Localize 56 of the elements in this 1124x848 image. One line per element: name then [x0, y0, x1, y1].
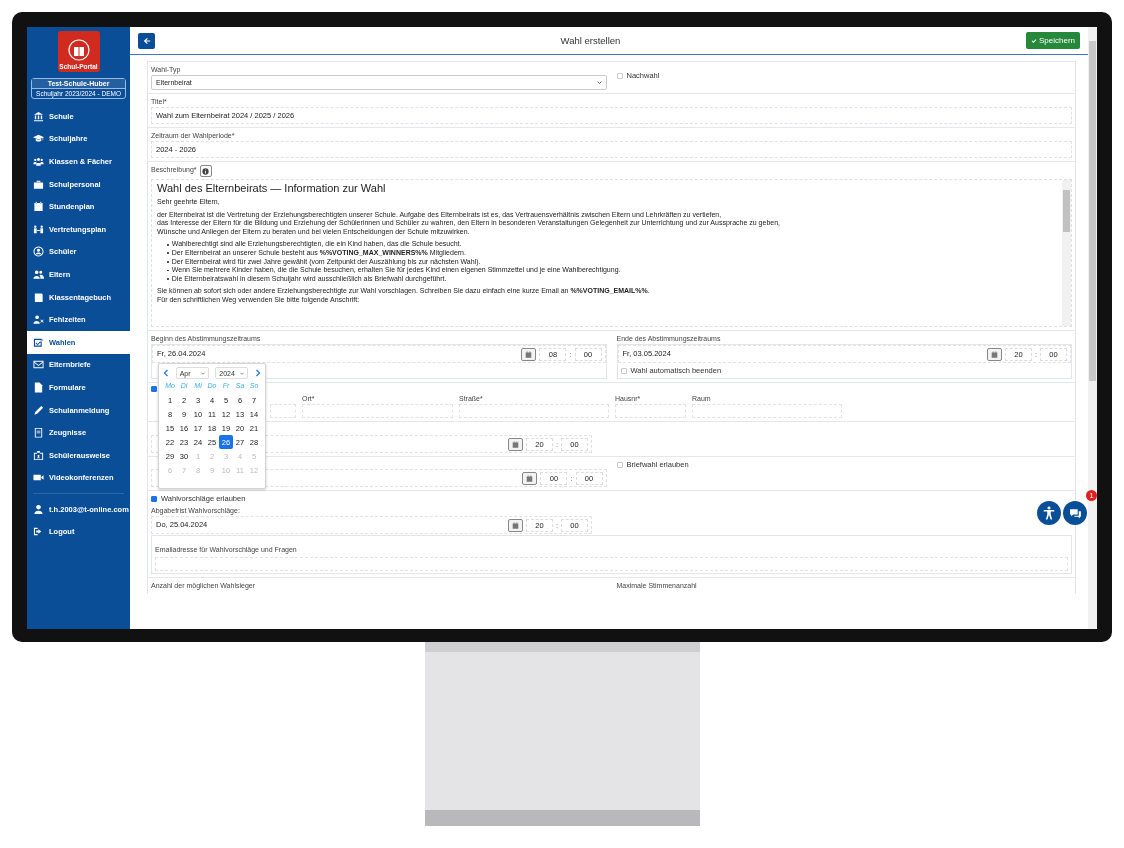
chevron-left-icon[interactable]	[163, 369, 169, 377]
info-button[interactable]	[199, 165, 212, 177]
page-title: Wahl erstellen	[560, 35, 621, 46]
id-card-icon	[33, 449, 44, 461]
email-field[interactable]	[155, 557, 1068, 571]
calendar-button[interactable]	[521, 347, 537, 361]
save-button[interactable]: Speichern	[1025, 32, 1080, 49]
pen-icon	[33, 404, 44, 416]
calendar-icon	[990, 350, 998, 358]
chevron-right-icon[interactable]	[254, 369, 261, 377]
caret-icon	[596, 81, 602, 84]
checkbox[interactable]	[151, 495, 157, 502]
calendar-icon	[511, 440, 519, 448]
caret-icon	[200, 371, 205, 375]
accessibility-icon	[1042, 506, 1056, 520]
checkbox[interactable]	[620, 367, 627, 374]
envelope-icon	[33, 359, 44, 371]
calendar-button[interactable]	[507, 518, 523, 532]
checkbox[interactable]	[616, 72, 623, 79]
arrow-left-icon	[142, 36, 151, 45]
text-field[interactable]	[615, 404, 686, 418]
chat-button[interactable]	[1063, 501, 1087, 525]
checkbox-icon	[33, 336, 44, 348]
user-x-icon	[33, 314, 44, 326]
users-icon	[33, 268, 44, 280]
check-icon	[1030, 37, 1037, 44]
calendar-icon	[511, 521, 519, 529]
calendar-icon	[526, 474, 534, 482]
people-icon	[33, 223, 44, 235]
calendar-button[interactable]	[522, 471, 538, 485]
editor-heading: Wahl des Elternbeirats — Information zur Wahl	[157, 182, 387, 194]
logout-icon	[33, 526, 44, 538]
text-editor[interactable]	[151, 179, 1072, 327]
checkbox[interactable]	[151, 386, 157, 392]
text-field[interactable]	[692, 404, 842, 418]
back-button[interactable]	[138, 32, 155, 49]
clipboard-icon	[33, 427, 44, 439]
calendar-button[interactable]	[507, 437, 523, 451]
scrollbar[interactable]	[1088, 27, 1097, 629]
group-icon	[33, 156, 44, 167]
briefcase-icon	[33, 178, 44, 190]
calendar-button[interactable]	[986, 347, 1002, 361]
document-icon	[33, 381, 44, 393]
chat-icon	[1068, 506, 1082, 520]
user-icon	[33, 503, 44, 515]
accessibility-button[interactable]	[1037, 501, 1061, 525]
caret-icon	[240, 371, 245, 375]
bank-icon	[33, 110, 44, 122]
info-icon	[202, 167, 210, 175]
calendar-icon	[525, 350, 533, 358]
text-field[interactable]	[459, 404, 609, 418]
checkbox[interactable]	[616, 461, 623, 468]
calendar-icon	[33, 201, 44, 213]
text-field[interactable]	[302, 404, 453, 418]
text-field[interactable]	[270, 404, 296, 418]
scrollbar[interactable]	[1062, 180, 1071, 326]
